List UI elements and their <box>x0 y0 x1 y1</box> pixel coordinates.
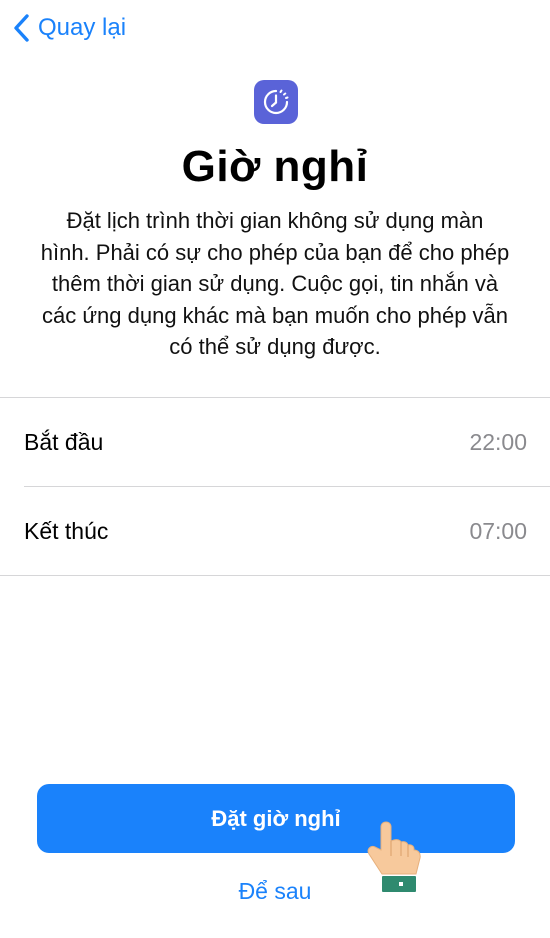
page-title: Giờ nghỉ <box>181 142 369 191</box>
back-button[interactable]: Quay lại <box>10 10 126 46</box>
divider <box>0 575 550 576</box>
schedule-list: Bắt đầu 22:00 Kết thúc 07:00 <box>0 397 550 576</box>
end-time-label: Kết thúc <box>24 517 109 544</box>
page-description: Đặt lịch trình thời gian không sử dụng m… <box>40 208 510 359</box>
start-time-label: Bắt đầu <box>24 428 104 455</box>
start-time-value: 22:00 <box>469 428 527 455</box>
back-label: Quay lại <box>38 14 127 41</box>
start-time-row[interactable]: Bắt đầu 22:00 <box>0 398 550 486</box>
downtime-icon <box>254 80 298 124</box>
end-time-row[interactable]: Kết thúc 07:00 <box>0 487 550 575</box>
end-time-value: 07:00 <box>469 517 527 544</box>
chevron-left-icon <box>10 13 32 43</box>
downtime-setup-screen: Quay lại Giờ nghỉ Đặt lịch trình thời gi… <box>0 0 550 938</box>
set-downtime-button[interactable]: Đặt giờ nghỉ <box>37 784 515 853</box>
later-button[interactable]: Để sau <box>0 878 550 905</box>
